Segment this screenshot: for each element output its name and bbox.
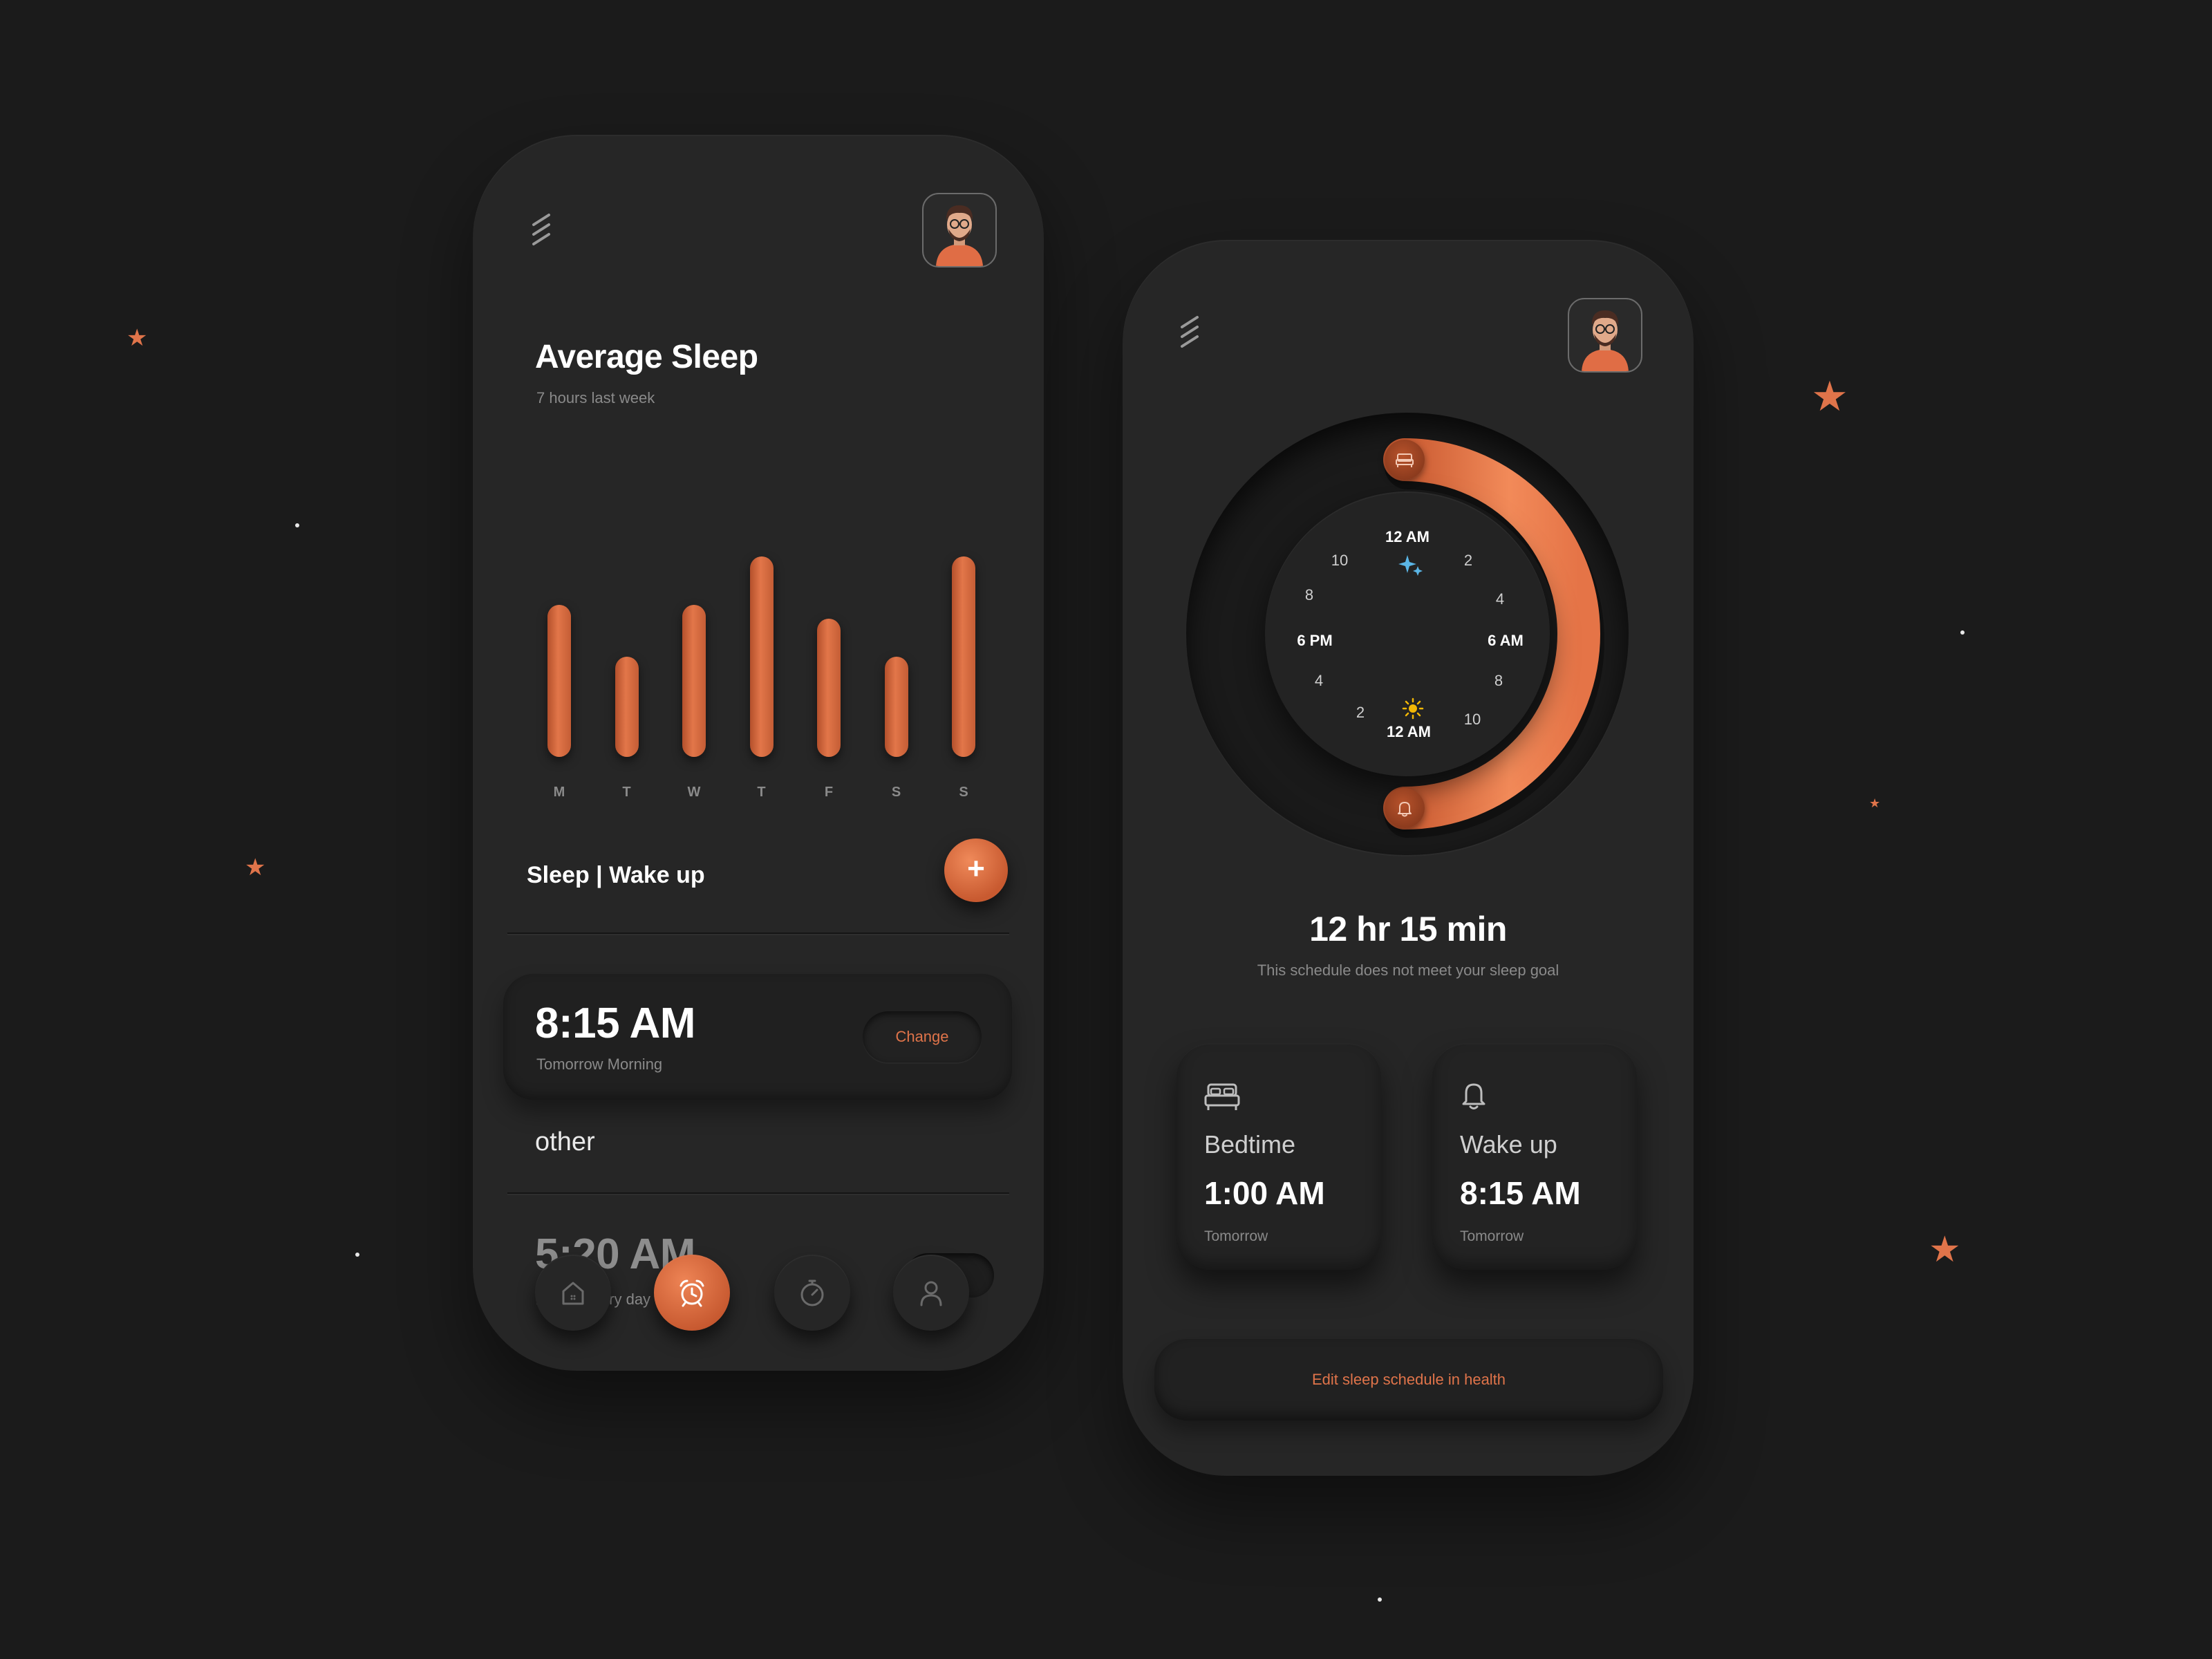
stopwatch-icon bbox=[800, 1280, 824, 1306]
change-button[interactable]: Change bbox=[863, 1011, 982, 1062]
dial-label-bottom: 12 AM bbox=[1387, 723, 1431, 740]
star-decoration: ★ bbox=[1929, 1229, 1961, 1271]
sleep-goal-message: This schedule does not meet your sleep g… bbox=[1257, 962, 1559, 979]
alarm-clock-icon bbox=[679, 1280, 704, 1307]
sun-icon bbox=[1402, 697, 1424, 720]
menu-icon[interactable] bbox=[528, 212, 557, 251]
wake-handle[interactable] bbox=[1385, 788, 1425, 828]
sleep-bar bbox=[547, 605, 571, 757]
divider bbox=[507, 1192, 1009, 1194]
sleep-summary-screen: Average Sleep 7 hours last week MTWTFSS … bbox=[473, 135, 1044, 1371]
star-decoration: ★ bbox=[245, 854, 266, 881]
bedtime-day: Tomorrow bbox=[1204, 1228, 1268, 1244]
day-label: S bbox=[959, 785, 968, 800]
dial-number: 8 bbox=[1304, 586, 1314, 603]
section-title: Sleep | Wake up bbox=[527, 862, 705, 888]
star-decoration: ★ bbox=[126, 324, 148, 352]
user-avatar[interactable] bbox=[1568, 298, 1642, 373]
dot-decoration bbox=[295, 523, 299, 527]
bedtime-handle[interactable] bbox=[1385, 440, 1425, 480]
sleep-duration: 12 hr 15 min bbox=[1309, 910, 1507, 948]
dot-decoration bbox=[1378, 1597, 1382, 1602]
bell-icon bbox=[1462, 1083, 1485, 1109]
profile-icon bbox=[920, 1281, 942, 1306]
star-decoration: ★ bbox=[1869, 796, 1881, 811]
day-label: M bbox=[553, 785, 565, 800]
wake-up-label: Wake up bbox=[1460, 1130, 1557, 1159]
wake-up-card[interactable]: Wake up 8:15 AM Tomorrow bbox=[1432, 1043, 1637, 1270]
sleep-bar bbox=[952, 556, 975, 757]
day-label: F bbox=[824, 785, 834, 800]
weekly-sleep-chart: MTWTFSS bbox=[521, 411, 1005, 812]
dial-number: 2 bbox=[1356, 704, 1365, 721]
nav-alarm-button[interactable] bbox=[654, 1255, 730, 1331]
nav-stopwatch-button[interactable] bbox=[774, 1255, 850, 1331]
dial-number: 2 bbox=[1463, 552, 1473, 569]
dial-number: 10 bbox=[1331, 552, 1349, 569]
nav-profile-button[interactable] bbox=[893, 1255, 969, 1331]
sparkle-icon bbox=[1398, 555, 1423, 576]
dial-label-top: 12 AM bbox=[1385, 528, 1430, 545]
user-avatar[interactable] bbox=[922, 193, 997, 268]
alarm-note: Tomorrow Morning bbox=[536, 1056, 663, 1073]
sleep-bar bbox=[749, 556, 774, 757]
menu-icon[interactable] bbox=[1177, 315, 1206, 353]
wake-up-time: 8:15 AM bbox=[1460, 1175, 1581, 1211]
nav-home-button[interactable] bbox=[535, 1255, 611, 1331]
sleep-bar bbox=[884, 657, 908, 757]
edit-sleep-schedule-link[interactable]: Edit sleep schedule in health bbox=[1154, 1339, 1663, 1421]
sleep-schedule-screen: 12 AM 12 AM 6 PM 6 AM 2 4 8 10 8 4 2 10 bbox=[1123, 240, 1694, 1476]
star-decoration: ★ bbox=[1811, 373, 1848, 421]
primary-alarm-card[interactable]: 8:15 AM Tomorrow Morning Change bbox=[503, 974, 1012, 1100]
bedtime-label: Bedtime bbox=[1204, 1130, 1296, 1159]
sleep-bar bbox=[615, 657, 639, 757]
dial-number: 4 bbox=[1314, 672, 1324, 689]
chart-title: Average Sleep bbox=[535, 339, 758, 375]
sleep-bar bbox=[682, 605, 706, 757]
chart-subtitle: 7 hours last week bbox=[536, 389, 655, 406]
divider bbox=[507, 932, 1009, 934]
bed-icon bbox=[1396, 453, 1414, 467]
sleep-bar bbox=[817, 619, 841, 757]
bedtime-time: 1:00 AM bbox=[1204, 1175, 1325, 1211]
day-label: W bbox=[687, 785, 701, 800]
dial-number: 4 bbox=[1495, 590, 1505, 608]
add-alarm-button[interactable]: + bbox=[944, 838, 1008, 902]
dial-number: 10 bbox=[1463, 711, 1481, 728]
bed-icon bbox=[1204, 1083, 1240, 1110]
wake-up-day: Tomorrow bbox=[1460, 1228, 1524, 1244]
bell-icon bbox=[1398, 802, 1412, 817]
other-label: other bbox=[535, 1127, 595, 1156]
home-icon bbox=[562, 1282, 584, 1305]
day-label: T bbox=[757, 785, 766, 800]
day-label: S bbox=[891, 785, 901, 800]
dial-number: 8 bbox=[1494, 672, 1503, 689]
dial-label-left: 6 PM bbox=[1297, 632, 1333, 649]
dial-label-right: 6 AM bbox=[1488, 632, 1524, 649]
alarm-time: 8:15 AM bbox=[535, 1000, 695, 1047]
bedtime-card[interactable]: Bedtime 1:00 AM Tomorrow bbox=[1177, 1043, 1381, 1270]
day-label: T bbox=[622, 785, 631, 800]
dot-decoration bbox=[1960, 630, 1965, 635]
dot-decoration bbox=[355, 1253, 359, 1257]
